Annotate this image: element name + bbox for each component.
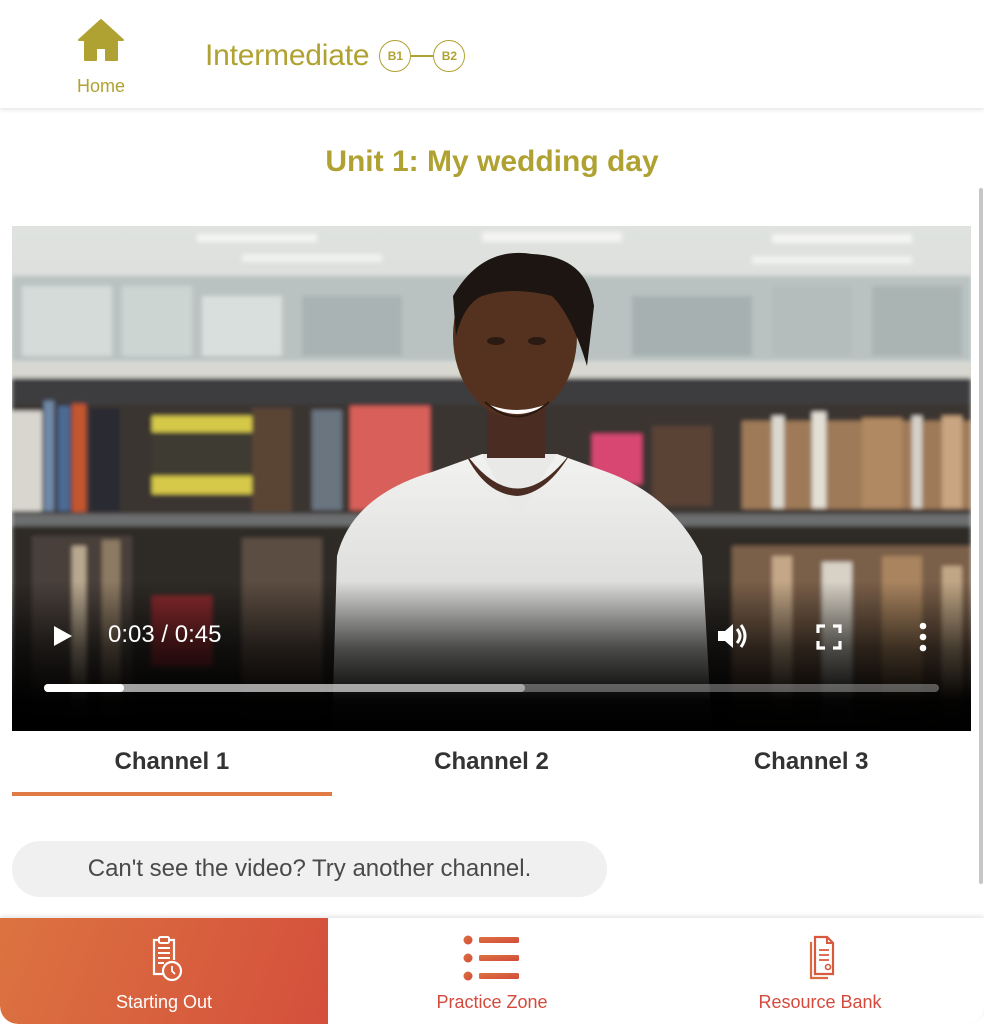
video-player[interactable]: 0:03 / 0:45 [12, 226, 971, 731]
tab-label: Channel 3 [753, 748, 869, 775]
level-badge-b1: B1 [379, 40, 412, 72]
level-badges: B1 B2 [379, 40, 466, 72]
more-vertical-icon[interactable] [916, 622, 930, 652]
level-indicator: Intermediate B1 B2 [205, 36, 466, 76]
channel-tabs: Channel 1 Channel 2 Channel 3 [12, 738, 971, 798]
clipboard-clock-icon [152, 936, 183, 982]
documents-icon [809, 935, 835, 980]
nav-label: Starting Out [115, 992, 213, 1012]
top-header: Home Intermediate B1 B2 [0, 0, 984, 108]
nav-practice-zone[interactable]: Practice Zone [328, 918, 656, 1024]
time-display: 0:03 / 0:45 [108, 621, 222, 648]
tab-channel-2[interactable]: Channel 2 [332, 738, 652, 798]
unit-title: Unit 1: My wedding day [325, 145, 659, 178]
tab-label: Channel 1 [114, 748, 230, 775]
play-icon[interactable] [52, 625, 74, 647]
level-title: Intermediate [205, 39, 370, 72]
volume-icon[interactable] [716, 622, 750, 650]
nav-starting-out[interactable]: Starting Out [0, 918, 328, 1024]
nav-label: Practice Zone [436, 992, 548, 1012]
channel-notice: Can't see the video? Try another channel… [12, 841, 607, 897]
video-progress-bar[interactable] [44, 684, 939, 692]
home-label: Home [76, 76, 125, 96]
level-badge-b2: B2 [433, 40, 466, 72]
home-icon [78, 19, 124, 61]
tab-label: Channel 2 [434, 748, 549, 775]
bottom-nav: Starting Out Practice Zone Resource Bank [0, 918, 984, 1024]
progress-played [44, 684, 124, 692]
nav-label: Resource Bank [758, 992, 882, 1012]
home-link[interactable]: Home [66, 18, 136, 100]
video-controls-gradient [12, 581, 971, 731]
tab-channel-1[interactable]: Channel 1 [12, 738, 332, 798]
tab-channel-3[interactable]: Channel 3 [651, 738, 971, 798]
badge-connector [411, 55, 434, 57]
fullscreen-icon[interactable] [816, 624, 842, 650]
list-icon [463, 935, 519, 981]
scrollbar[interactable] [979, 188, 983, 884]
nav-resource-bank[interactable]: Resource Bank [656, 918, 984, 1024]
